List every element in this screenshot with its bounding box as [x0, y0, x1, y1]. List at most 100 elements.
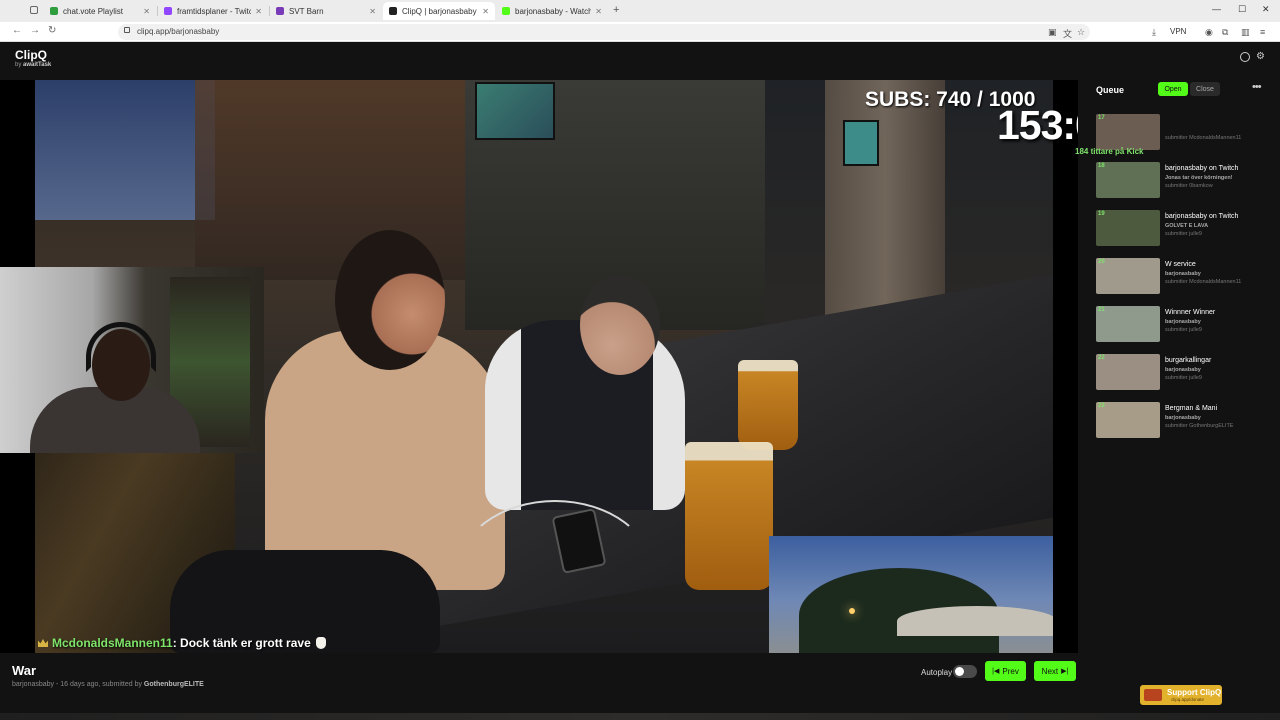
headset-icon: [86, 322, 156, 372]
scene-sky: [35, 80, 215, 220]
queue-thumbnail: 18: [1096, 162, 1160, 198]
close-window-icon[interactable]: ✕: [1262, 4, 1270, 15]
queue-number: 22: [1098, 355, 1105, 361]
prev-label: Prev: [1002, 666, 1019, 676]
address-bar: ← → ↻ clipq.app/barjonasbaby ▣ 文 ☆ ⤓ VPN…: [0, 22, 1280, 42]
url-text[interactable]: clipq.app/barjonasbaby: [137, 27, 219, 36]
sidebar-icon[interactable]: ▥: [1241, 27, 1250, 38]
clip-channel[interactable]: barjonasbaby: [12, 681, 54, 688]
scene-tv: [843, 120, 879, 166]
queue-item-title: Bergman & Mani: [1165, 405, 1218, 412]
queue-item-title: barjonasbaby on Twitch: [1165, 165, 1239, 172]
chat-vote-favicon-icon: [50, 7, 58, 15]
queue-item[interactable]: 18 barjonasbaby on Twitch Jonas tar över…: [1096, 162, 1276, 200]
queue-item-submitter: submitter 0bamkow: [1165, 183, 1213, 189]
close-icon[interactable]: ✕: [595, 7, 602, 16]
tab-kick[interactable]: barjonasbaby - Watch clips on I ✕: [496, 2, 608, 20]
crown-badge-icon: [38, 639, 48, 647]
close-icon[interactable]: ✕: [369, 7, 376, 16]
queue-item-channel: Jonas tar över körningen!: [1165, 175, 1233, 181]
queue-item-channel: barjonasbaby: [1165, 271, 1201, 277]
minimize-icon[interactable]: —: [1212, 4, 1221, 14]
queue-item[interactable]: 19 barjonasbaby on Twitch GOLVET E LAVA …: [1096, 210, 1276, 248]
tab-svt-barn[interactable]: SVT Barn ✕: [270, 2, 382, 20]
page-bottom-strip: [0, 713, 1280, 720]
account-icon[interactable]: ◉: [1205, 27, 1213, 38]
site-info-icon[interactable]: [124, 27, 130, 33]
queue-number: 19: [1098, 211, 1105, 217]
tab-chat-vote[interactable]: chat.vote Playlist ✕: [44, 2, 156, 20]
queue-number: 17: [1098, 115, 1105, 121]
reload-icon[interactable]: ↻: [48, 25, 56, 36]
maximize-icon[interactable]: ☐: [1238, 4, 1246, 15]
tab-label: chat.vote Playlist: [63, 6, 124, 16]
autoplay-toggle[interactable]: [953, 665, 977, 678]
download-icon[interactable]: ⤓: [1152, 27, 1156, 38]
close-icon[interactable]: ✕: [143, 7, 150, 16]
queue-item[interactable]: 22 burgarkallingar barjonasbaby submitte…: [1096, 354, 1276, 392]
close-icon[interactable]: ✕: [482, 7, 489, 16]
queue-item[interactable]: 21 Winnner Winner barjonasbaby submitter…: [1096, 306, 1276, 344]
queue-thumbnail: 21: [1096, 306, 1160, 342]
scene-person-head: [580, 275, 660, 375]
clipq-favicon-icon: [389, 7, 397, 15]
hand-emoji-icon: [315, 637, 326, 649]
settings-sliders-icon[interactable]: ⚙: [1256, 51, 1265, 62]
scene-wall: [195, 80, 475, 280]
extensions-icon[interactable]: ⧉: [1222, 27, 1228, 38]
queue-thumbnail: 20: [1096, 258, 1160, 294]
scene-tv: [475, 82, 555, 140]
tab-twitch[interactable]: framtidsplaner - Twitch ✕: [158, 2, 268, 20]
support-label: Support ClipQ: [1167, 688, 1222, 697]
next-label: Next: [1041, 666, 1059, 676]
next-button[interactable]: Next ▶|: [1034, 661, 1076, 681]
new-tab-button[interactable]: +: [613, 4, 619, 16]
translate-icon[interactable]: 文: [1063, 27, 1072, 40]
webcam-overlay: [0, 267, 264, 453]
queue-number: 18: [1098, 163, 1105, 169]
pip-video-overlay: [769, 536, 1053, 653]
more-options-icon[interactable]: •••: [1252, 81, 1262, 93]
pip-lamp: [849, 608, 855, 614]
queue-number: 20: [1098, 259, 1105, 265]
chat-message-overlay: McdonaldsMannen11 : Dock tänk er grott r…: [38, 636, 326, 650]
history-icon[interactable]: [1240, 52, 1250, 62]
sidebar-toggle-icon[interactable]: [30, 6, 38, 14]
skip-back-icon: |◀: [992, 668, 1000, 675]
scene-person-head: [335, 230, 445, 370]
queue-item-title: burgarkallingar: [1165, 357, 1212, 364]
kick-favicon-icon: [502, 7, 510, 15]
queue-number: 21: [1098, 307, 1105, 313]
scene-beer-glass: [738, 360, 798, 450]
stream-timer-overlay: 153:03:53: [997, 102, 1078, 148]
menu-icon[interactable]: ≡: [1260, 27, 1265, 37]
forward-icon[interactable]: →: [30, 25, 40, 36]
subtitle-author: awaitTask: [23, 62, 52, 68]
scene-beer-glass: [685, 442, 773, 590]
video-player[interactable]: SUBS: 740 / 1000 153:03:53 McdonaldsMann…: [0, 80, 1078, 653]
bookmark-star-icon[interactable]: ☆: [1077, 27, 1085, 38]
queue-close-button[interactable]: Close: [1190, 82, 1220, 96]
queue-item-channel: barjonasbaby: [1165, 367, 1201, 373]
back-icon[interactable]: ←: [12, 25, 22, 36]
tab-clipq[interactable]: ClipQ | barjonasbaby ✕: [383, 2, 495, 20]
screenshot-icon[interactable]: ▣: [1048, 27, 1057, 38]
queue-panel: Queue Open Close ••• 17 submitter Mcdona…: [1084, 80, 1280, 653]
chat-username: McdonaldsMannen11: [52, 636, 173, 650]
clip-title: War: [12, 663, 37, 678]
url-field[interactable]: [118, 24, 1090, 40]
queue-thumbnail: 17: [1096, 114, 1160, 150]
support-clipq-button[interactable]: Support ClipQ clipq.app/donate: [1140, 685, 1222, 705]
queue-item-title: Winnner Winner: [1165, 309, 1216, 316]
tab-label: barjonasbaby - Watch clips on I: [515, 6, 592, 16]
queue-open-button[interactable]: Open: [1158, 82, 1188, 96]
vpn-button[interactable]: VPN: [1170, 27, 1186, 36]
subtitle-prefix: by: [15, 62, 22, 68]
prev-button[interactable]: |◀ Prev: [985, 661, 1026, 681]
queue-item[interactable]: 20 W service barjonasbaby submitter Mcdo…: [1096, 258, 1276, 296]
pip-umbrella: [897, 606, 1053, 636]
app-title[interactable]: ClipQ: [15, 48, 47, 62]
close-icon[interactable]: ✕: [255, 7, 262, 16]
queue-item-submitter: submitter McdonaldsMannen11: [1165, 279, 1242, 285]
queue-item[interactable]: 23 Bergman & Mani barjonasbaby submitter…: [1096, 402, 1276, 440]
